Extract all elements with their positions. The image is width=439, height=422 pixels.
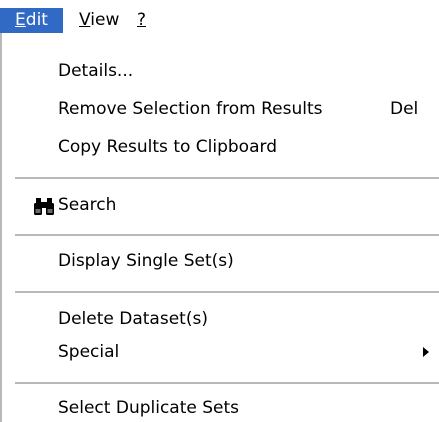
menu-separator <box>15 234 439 236</box>
menu-item-search[interactable]: Search <box>58 192 116 218</box>
menu-separator <box>15 382 439 384</box>
edit-mnemonic: E <box>15 10 26 30</box>
menu-item-delete-datasets[interactable]: Delete Dataset(s) <box>58 306 208 332</box>
menu-item-copy-results[interactable]: Copy Results to Clipboard <box>58 134 277 160</box>
view-mnemonic: V <box>79 10 91 30</box>
menu-bar: Edit View ? <box>0 0 439 34</box>
menu-item-select-duplicate-sets[interactable]: Select Duplicate Sets <box>58 395 239 421</box>
menu-item-special[interactable]: Special <box>58 339 119 365</box>
shortcut-del: Del <box>390 99 419 119</box>
edit-label-rest: dit <box>25 10 48 30</box>
menu-separator <box>15 177 439 179</box>
menubar-item-help[interactable]: ? <box>137 8 146 33</box>
menu-item-display-single-sets[interactable]: Display Single Set(s) <box>58 248 234 274</box>
help-mnemonic: ? <box>137 10 147 30</box>
menu-item-details[interactable]: Details... <box>58 58 133 84</box>
menu-separator <box>15 291 439 293</box>
edit-dropdown-menu: Details... Remove Selection from Results… <box>0 33 439 422</box>
submenu-arrow-icon <box>423 347 429 357</box>
menu-item-remove-selection[interactable]: Remove Selection from Results <box>58 96 323 122</box>
menubar-item-view[interactable]: View <box>79 8 119 33</box>
view-label-rest: iew <box>90 10 120 30</box>
menubar-item-edit[interactable]: Edit <box>0 8 63 33</box>
binoculars-icon <box>34 198 54 215</box>
